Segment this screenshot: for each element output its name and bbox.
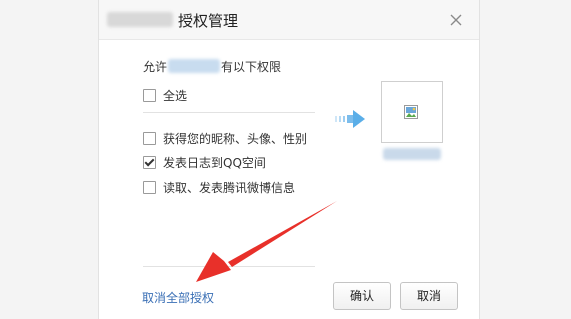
select-all-checkbox[interactable]: [143, 88, 156, 102]
select-all-label: 全选: [163, 88, 188, 103]
authorization-dialog: 授权管理 允许 有以下权限 全选 获得您的昵称、头像、性别 发表日志到QQ空间 读…: [98, 0, 480, 319]
dialog-title: 授权管理: [178, 12, 239, 30]
permission-checkbox[interactable]: [143, 131, 156, 145]
app-label-redacted: [383, 148, 441, 160]
close-button[interactable]: [446, 10, 466, 30]
revoke-all-link[interactable]: 取消全部授权: [142, 289, 214, 306]
background-left: [0, 0, 98, 319]
arrow-right-icon: [335, 110, 365, 128]
permission-row[interactable]: 发表日志到QQ空间: [143, 154, 266, 170]
allow-prefix: 允许: [143, 60, 168, 74]
app-name-redacted-inline: [168, 59, 221, 73]
broken-image-icon: [404, 105, 418, 119]
select-all-row[interactable]: 全选: [143, 87, 187, 103]
allow-suffix: 有以下权限: [221, 60, 282, 74]
dialog-title-bar: 授权管理: [99, 0, 479, 40]
background-right: [480, 0, 571, 319]
permission-row[interactable]: 获得您的昵称、头像、性别: [143, 130, 307, 146]
permission-label: 发表日志到QQ空间: [163, 155, 266, 170]
permission-row[interactable]: 读取、发表腾讯微博信息: [143, 179, 295, 195]
confirm-button[interactable]: 确认: [333, 282, 391, 310]
close-icon: [450, 14, 462, 26]
cancel-button[interactable]: 取消: [400, 282, 458, 310]
app-name-redacted: [107, 12, 173, 27]
allow-statement: 允许 有以下权限: [143, 59, 281, 75]
permission-label: 读取、发表腾讯微博信息: [163, 180, 296, 195]
permission-checkbox[interactable]: [143, 155, 156, 169]
divider-top: [143, 112, 315, 113]
app-icon-frame: [381, 81, 443, 143]
divider-bottom: [143, 266, 315, 267]
permission-label: 获得您的昵称、头像、性别: [163, 131, 308, 146]
permission-checkbox[interactable]: [143, 180, 156, 194]
